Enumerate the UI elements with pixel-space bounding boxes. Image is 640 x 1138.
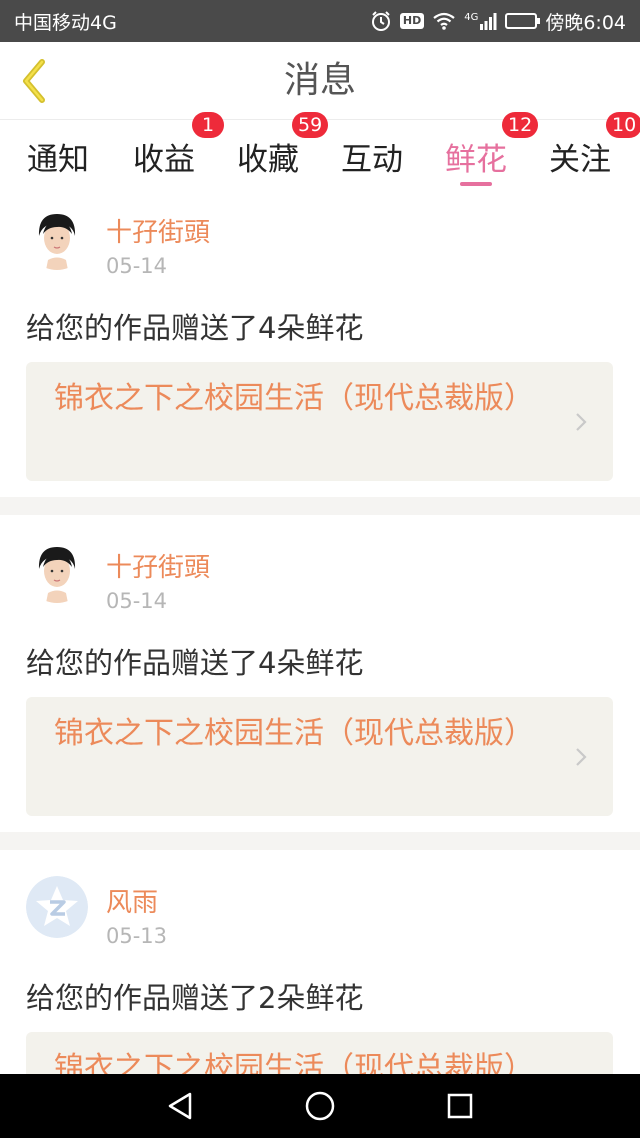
carrier-label: 中国移动4G [14, 11, 117, 34]
message-date: 05-14 [106, 589, 168, 613]
message-feed[interactable]: 十孖街頭 05-14 给您的作品赠送了4朵鲜花 锦衣之下之校园生活（现代总裁版） [0, 192, 640, 1138]
message-text: 给您的作品赠送了2朵鲜花 [26, 981, 364, 1015]
chevron-right-icon [576, 413, 587, 431]
tab-notifications[interactable]: 通知 [6, 120, 110, 192]
message-card: 十孖街頭 05-14 给您的作品赠送了4朵鲜花 锦衣之下之校园生活（现代总裁版） [0, 192, 640, 497]
avatar[interactable] [26, 541, 88, 603]
work-link[interactable]: 锦衣之下之校园生活（现代总裁版） [26, 697, 613, 816]
work-title: 锦衣之下之校园生活（现代总裁版） [54, 716, 534, 751]
screen: 中国移动4G HD 4G 傍晚6:04 消息 通知 收益 1 收藏 59 互动 … [0, 0, 640, 1138]
tab-follows[interactable]: 关注 10 [528, 112, 640, 192]
system-nav-bar [0, 1074, 640, 1138]
default-avatar-icon [26, 876, 88, 938]
message-card: 十孖街頭 05-14 给您的作品赠送了4朵鲜花 锦衣之下之校园生活（现代总裁版） [0, 515, 640, 832]
message-text: 给您的作品赠送了4朵鲜花 [26, 646, 364, 680]
message-text: 给您的作品赠送了4朵鲜花 [26, 311, 364, 345]
message-date: 05-13 [106, 924, 168, 948]
active-tab-indicator [460, 182, 492, 186]
unread-badge: 10 [606, 112, 640, 138]
user-name[interactable]: 十孖街頭 [106, 547, 210, 584]
nav-back-button[interactable] [150, 1076, 210, 1136]
work-link[interactable]: 锦衣之下之校园生活（现代总裁版） [26, 362, 613, 481]
tab-label: 收藏 [237, 141, 299, 178]
battery-icon [505, 13, 541, 29]
tab-interactions[interactable]: 互动 [320, 120, 424, 192]
avatar[interactable] [26, 208, 88, 270]
tab-label: 鲜花 [445, 141, 507, 178]
tab-flowers[interactable]: 鲜花 12 [424, 112, 539, 192]
tab-favorites[interactable]: 收藏 59 [216, 112, 329, 192]
tab-label: 收益 [133, 141, 195, 178]
tab-label: 关注 [549, 141, 611, 178]
work-title: 锦衣之下之校园生活（现代总裁版） [54, 381, 534, 416]
avatar[interactable] [26, 876, 88, 938]
nav-home-icon [305, 1091, 335, 1121]
user-name[interactable]: 十孖街頭 [106, 212, 210, 249]
app-header: 消息 [0, 42, 640, 120]
nav-recent-button[interactable] [430, 1076, 490, 1136]
status-icons: HD 4G 傍晚6:04 [370, 8, 626, 35]
nav-back-icon [168, 1092, 192, 1120]
chevron-right-icon [576, 748, 587, 766]
nav-home-button[interactable] [290, 1076, 350, 1136]
nav-recent-icon [447, 1093, 473, 1119]
tab-label: 通知 [27, 141, 89, 178]
card-divider [0, 497, 640, 515]
user-name[interactable]: 风雨 [106, 882, 158, 919]
message-tabs: 通知 收益 1 收藏 59 互动 鲜花 12 关注 10 [0, 112, 640, 192]
tab-label: 互动 [341, 141, 403, 178]
signal-icon: 4G [464, 12, 497, 30]
hd-icon: HD [399, 13, 425, 29]
card-divider [0, 832, 640, 850]
page-title: 消息 [283, 60, 356, 101]
tab-earnings[interactable]: 收益 1 [112, 112, 224, 192]
wifi-icon [432, 11, 456, 31]
alarm-icon [370, 10, 392, 32]
clock-label: 傍晚6:04 [545, 11, 626, 34]
signal-label: 4G [464, 12, 479, 23]
status-bar: 中国移动4G HD 4G 傍晚6:04 [0, 0, 640, 42]
message-date: 05-14 [106, 254, 168, 278]
